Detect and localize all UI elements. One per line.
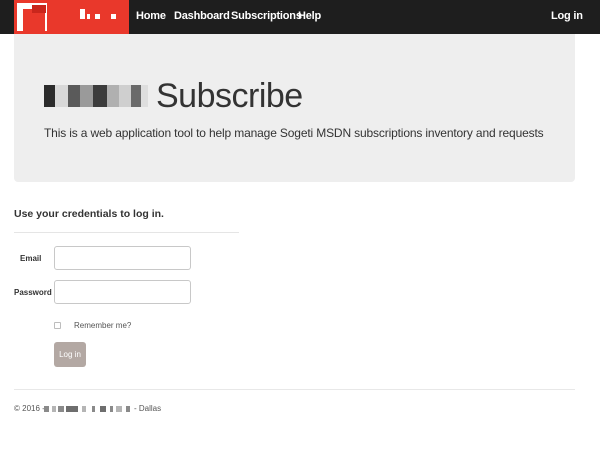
redacted-footer-company: [44, 404, 134, 413]
page-title: Subscribe: [156, 77, 303, 115]
nav-link-subscriptions[interactable]: Subscriptions: [231, 10, 302, 22]
brand-logo[interactable]: [14, 0, 129, 34]
remember-me-checkbox[interactable]: [54, 322, 61, 329]
email-label: Email: [20, 254, 42, 263]
footer-divider: [14, 389, 575, 390]
footer-location: - Dallas: [134, 404, 162, 413]
email-field[interactable]: [54, 246, 191, 270]
login-submit-button[interactable]: Log in: [54, 342, 86, 367]
login-heading: Use your credentials to log in.: [14, 208, 164, 220]
nav-link-help[interactable]: Help: [298, 10, 321, 22]
nav-link-dashboard[interactable]: Dashboard: [174, 10, 230, 22]
password-label: Password: [14, 288, 52, 297]
password-field[interactable]: [54, 280, 191, 304]
footer-copyright: © 2016 -: [14, 404, 45, 413]
top-navbar: Home Dashboard Subscriptions Help Log in: [0, 0, 600, 34]
page-description: This is a web application tool to help m…: [44, 126, 544, 140]
nav-link-home[interactable]: Home: [136, 10, 166, 22]
login-divider: [14, 232, 239, 233]
remember-me-label[interactable]: Remember me?: [74, 321, 131, 330]
nav-login-link[interactable]: Log in: [551, 10, 583, 22]
